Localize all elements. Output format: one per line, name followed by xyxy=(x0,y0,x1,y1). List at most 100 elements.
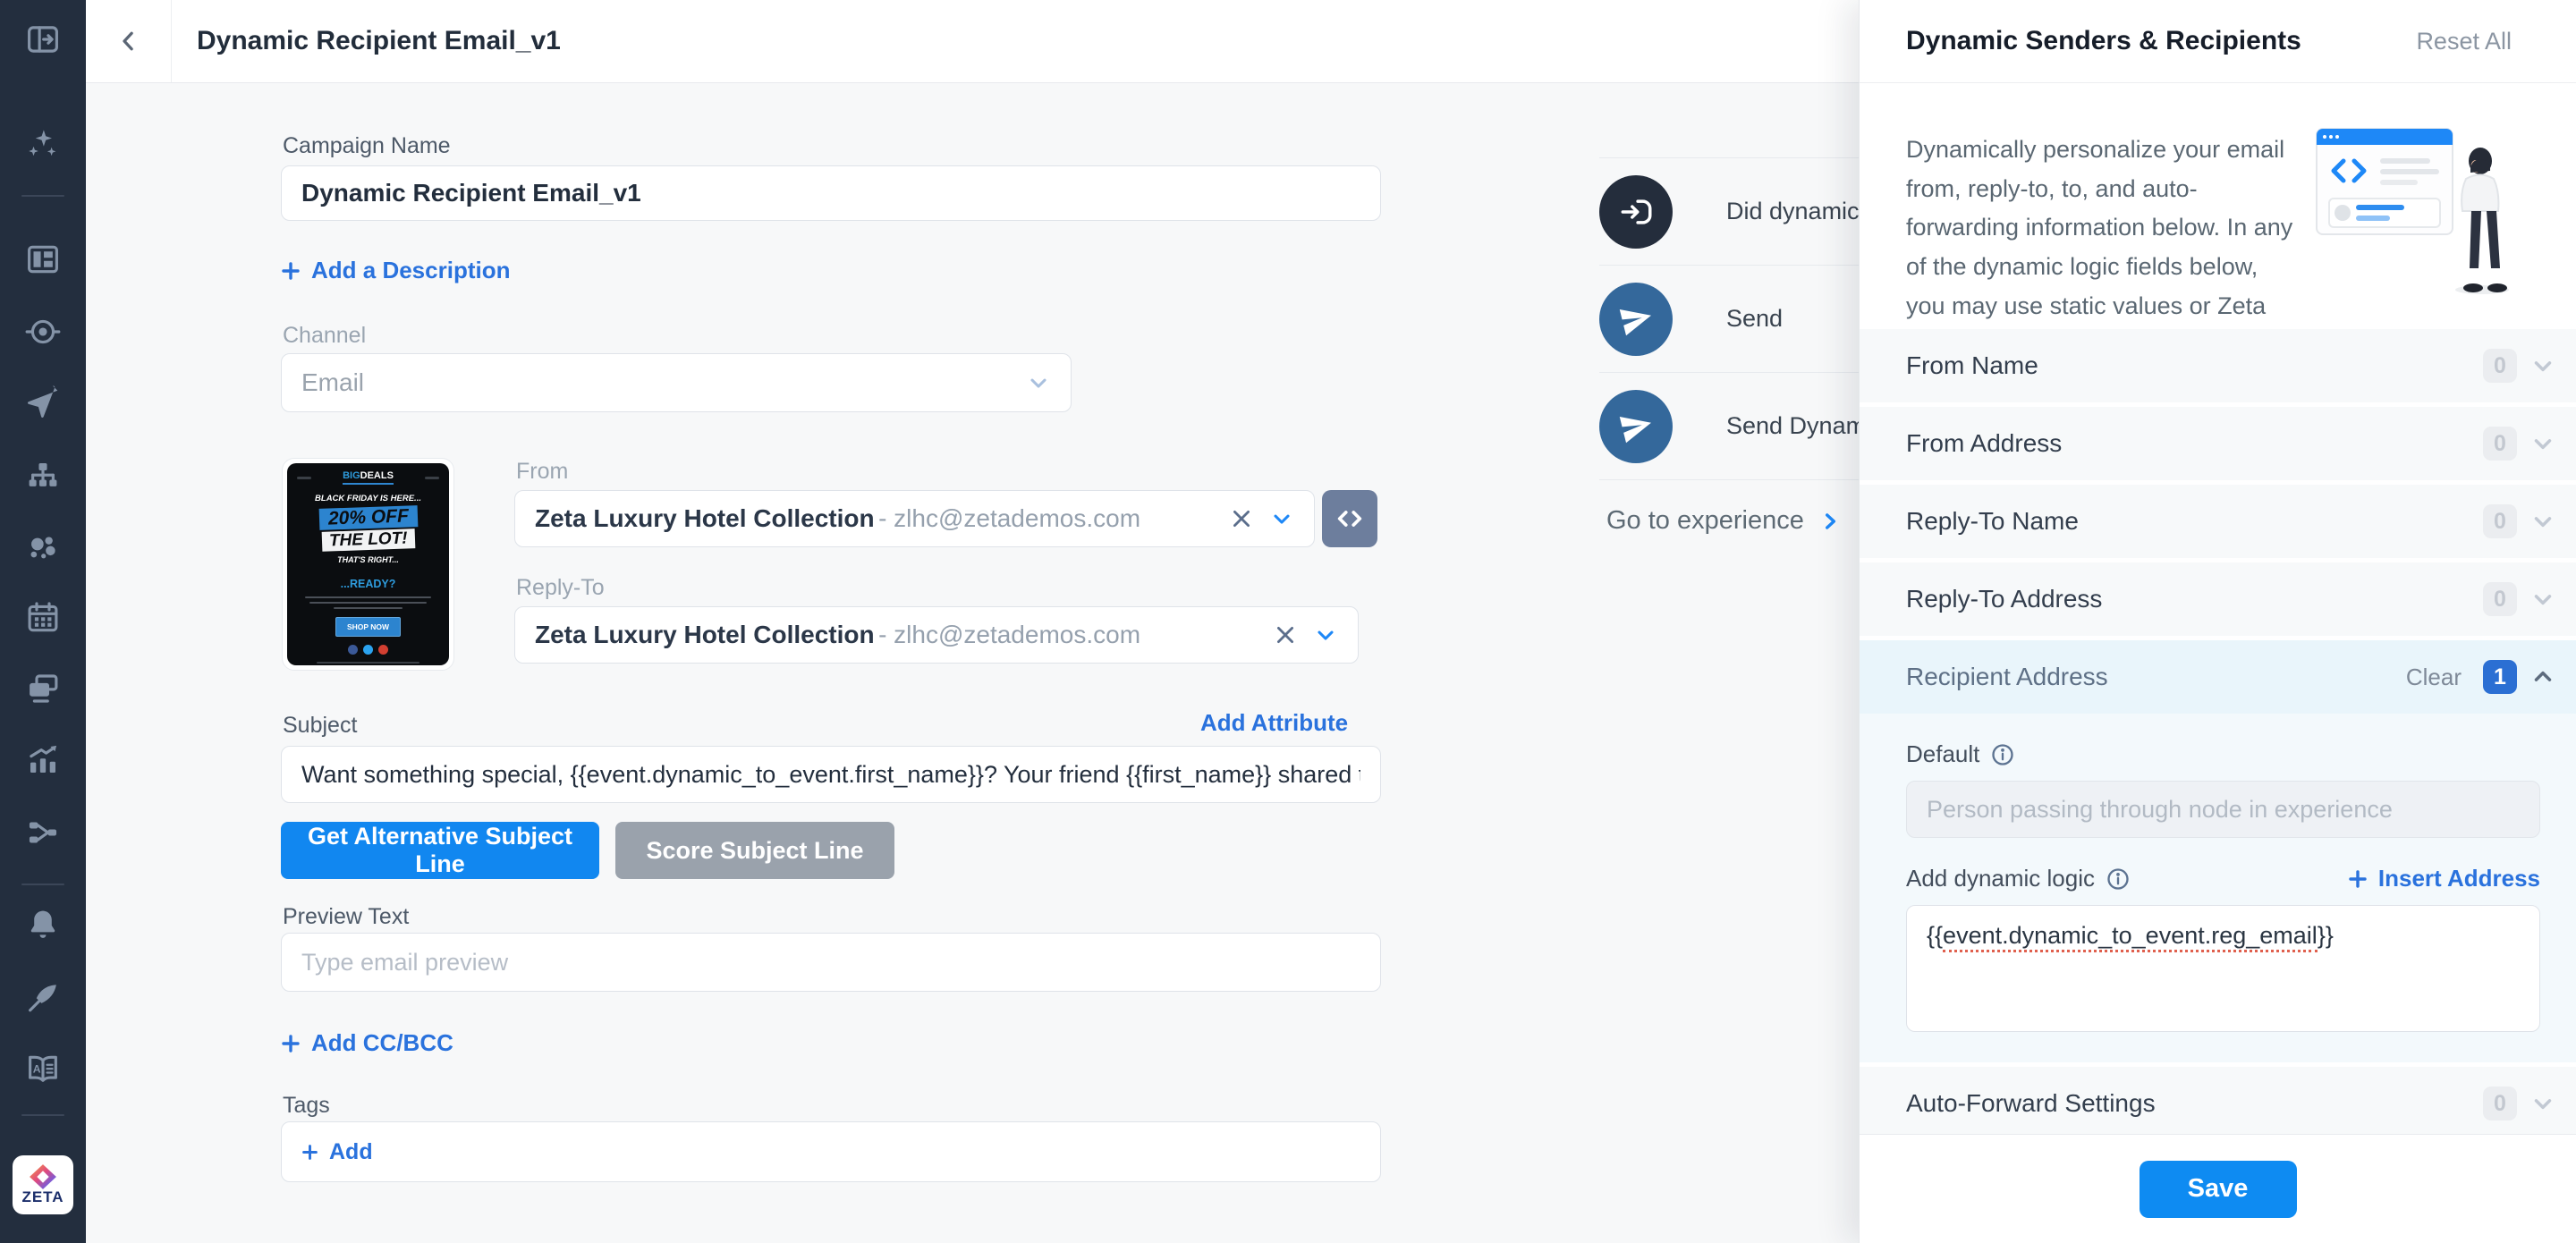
tags-box: Add xyxy=(281,1121,1381,1182)
twitter-icon xyxy=(363,645,373,655)
email-preview-card: BIGDEALS BLACK FRIDAY IS HERE... 20% OFF… xyxy=(287,463,449,665)
count-badge: 0 xyxy=(2483,349,2517,383)
chevron-up-icon[interactable] xyxy=(2529,664,2556,690)
insert-address-link[interactable]: Insert Address xyxy=(2348,865,2540,892)
target-icon[interactable] xyxy=(23,312,63,351)
workflow-icon[interactable] xyxy=(23,813,63,852)
event-entry-icon xyxy=(1599,175,1673,249)
code-editor-button[interactable] xyxy=(1322,490,1377,547)
send-plane-icon xyxy=(1599,390,1673,463)
glossary-book-icon[interactable]: A xyxy=(23,1050,63,1089)
back-chevron-icon xyxy=(115,28,142,55)
zeta-logo-text: ZETA xyxy=(21,1188,64,1206)
reply-to-select[interactable]: Zeta Luxury Hotel Collection - zlhc@zeta… xyxy=(514,606,1359,664)
add-description-link[interactable]: Add a Description xyxy=(281,257,510,284)
preview-text-input[interactable] xyxy=(281,933,1381,992)
campaign-name-input[interactable] xyxy=(281,165,1381,221)
preview-text-label: Preview Text xyxy=(283,904,409,930)
plus-icon xyxy=(2348,869,2368,889)
default-recipient-input[interactable] xyxy=(1906,781,2540,838)
templates-cards-icon[interactable] xyxy=(23,669,63,708)
experience-node-did-dynamic[interactable]: Did dynamic_t xyxy=(1599,158,1860,266)
score-subject-button[interactable]: Score Subject Line xyxy=(615,822,894,879)
accordion-from-name[interactable]: From Name 0 xyxy=(1860,329,2576,402)
sidebar: A ZETA xyxy=(0,0,86,1243)
audience-icon[interactable] xyxy=(23,528,63,567)
personalization-illustration xyxy=(2314,114,2525,299)
chevron-down-icon xyxy=(1026,370,1051,395)
email-ready-text: ...READY? xyxy=(341,578,396,590)
info-icon[interactable] xyxy=(2106,867,2131,892)
clear-x-icon[interactable] xyxy=(1230,507,1253,530)
ai-sparkles-icon[interactable] xyxy=(23,125,63,165)
send-campaigns-icon[interactable] xyxy=(23,385,63,424)
experience-node-list: Did dynamic_t Send Send Dynamic xyxy=(1599,157,1860,480)
recipient-address-body: Default Add dynamic logic Insert Address xyxy=(1860,714,2576,1062)
accordion-recipient-address[interactable]: Recipient Address Clear 1 xyxy=(1860,640,2576,714)
subject-input[interactable] xyxy=(281,746,1381,803)
experience-node-send[interactable]: Send xyxy=(1599,266,1860,373)
chevron-down-icon[interactable] xyxy=(2529,586,2556,613)
svg-text:A: A xyxy=(33,1063,41,1076)
default-label: Default xyxy=(1906,740,2015,768)
googleplus-icon xyxy=(378,645,388,655)
shop-now-button: SHOP NOW xyxy=(335,617,401,637)
count-badge: 0 xyxy=(2483,427,2517,461)
from-select[interactable]: Zeta Luxury Hotel Collection - zlhc@zeta… xyxy=(514,490,1315,547)
reset-all-link[interactable]: Reset All xyxy=(2416,28,2512,55)
notifications-bell-icon[interactable] xyxy=(23,905,63,944)
email-tagline: THAT'S RIGHT... xyxy=(337,555,399,564)
chevron-down-icon[interactable] xyxy=(1313,622,1338,647)
accordion-reply-to-address[interactable]: Reply-To Address 0 xyxy=(1860,562,2576,636)
page-title: Dynamic Recipient Email_v1 xyxy=(197,26,561,56)
bigdeals-logo: BIGDEALS xyxy=(343,470,394,485)
accordion-from-address[interactable]: From Address 0 xyxy=(1860,407,2576,480)
sidebar-divider xyxy=(21,884,64,885)
zeta-logo[interactable]: ZETA xyxy=(13,1155,73,1214)
info-icon[interactable] xyxy=(1990,742,2015,767)
campaign-name-label: Campaign Name xyxy=(283,133,451,159)
channel-select[interactable]: Email xyxy=(281,353,1072,412)
email-thumbnail[interactable]: BIGDEALS BLACK FRIDAY IS HERE... 20% OFF… xyxy=(282,458,454,671)
chevron-down-icon[interactable] xyxy=(2529,508,2556,535)
chevron-down-icon[interactable] xyxy=(2529,352,2556,379)
go-to-experience-link[interactable]: Go to experience xyxy=(1606,506,1842,536)
calendar-icon[interactable] xyxy=(23,598,63,638)
plus-icon xyxy=(281,261,301,281)
add-attribute-link[interactable]: Add Attribute xyxy=(1200,709,1348,737)
chevron-right-icon xyxy=(1818,510,1842,533)
save-button[interactable]: Save xyxy=(2140,1161,2297,1218)
dashboard-icon[interactable] xyxy=(23,240,63,279)
chevron-down-icon[interactable] xyxy=(1269,506,1294,531)
analytics-icon[interactable] xyxy=(23,740,63,780)
social-icons xyxy=(348,645,388,655)
app: A ZETA Dynamic Recipient Email_v1 Campai… xyxy=(0,0,2576,1243)
dynamic-senders-panel: Dynamic Senders & Recipients Reset All D… xyxy=(1859,0,2576,1243)
email-offer2: THE LOT! xyxy=(321,528,414,552)
add-cc-bcc-link[interactable]: Add CC/BCC xyxy=(281,1029,453,1057)
clear-link[interactable]: Clear xyxy=(2406,664,2462,691)
count-badge: 0 xyxy=(2483,1087,2517,1120)
send-plane-icon xyxy=(1599,283,1673,356)
panel-header: Dynamic Senders & Recipients Reset All xyxy=(1860,0,2576,83)
facebook-icon xyxy=(348,645,358,655)
hierarchy-icon[interactable] xyxy=(23,457,63,496)
experience-node-send-dynamic[interactable]: Send Dynamic xyxy=(1599,373,1860,480)
sidebar-toggle-icon[interactable] xyxy=(23,20,63,59)
email-headline: BLACK FRIDAY IS HERE... xyxy=(315,494,421,503)
accordion-auto-forward[interactable]: Auto-Forward Settings 0 xyxy=(1860,1067,2576,1140)
count-badge: 0 xyxy=(2483,504,2517,538)
chevron-down-icon[interactable] xyxy=(2529,430,2556,457)
chevron-down-icon[interactable] xyxy=(2529,1090,2556,1117)
email-offer: 20% OFF xyxy=(318,505,418,530)
panel-accordions: From Name 0 From Address 0 Reply-To Name… xyxy=(1860,329,2576,1145)
back-button[interactable] xyxy=(86,0,172,82)
sidebar-divider xyxy=(21,1114,64,1116)
quill-signal-icon[interactable] xyxy=(23,977,63,1017)
add-dynamic-logic-label: Add dynamic logic xyxy=(1906,865,2131,892)
add-tag-link[interactable]: Add xyxy=(301,1139,373,1165)
accordion-reply-to-name[interactable]: Reply-To Name 0 xyxy=(1860,485,2576,558)
dynamic-logic-textarea[interactable]: {{event.dynamic_to_event.reg_email}} xyxy=(1906,905,2540,1032)
clear-x-icon[interactable] xyxy=(1274,623,1297,647)
get-alternative-subject-button[interactable]: Get Alternative Subject Line xyxy=(281,822,599,879)
